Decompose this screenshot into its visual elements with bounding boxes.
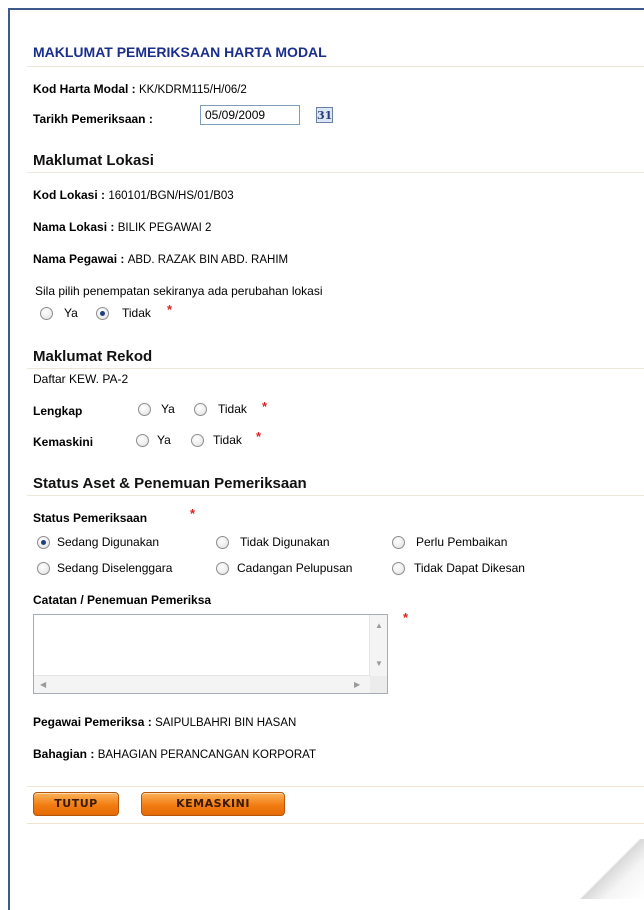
- nama-lokasi-value: BILIK PEGAWAI 2: [118, 222, 212, 234]
- divider: [27, 368, 644, 369]
- kod-lokasi-value: 160101/BGN/HS/01/B03: [108, 190, 233, 202]
- scroll-left-icon[interactable]: ◀: [40, 680, 46, 689]
- status-radio-cadangan-pelupusan[interactable]: [216, 562, 229, 575]
- kod-harta-label: Kod Harta Modal :: [33, 82, 136, 96]
- status-option-label: Perlu Pembaikan: [416, 535, 507, 549]
- date-input[interactable]: [200, 105, 300, 125]
- status-option-label: Tidak Digunakan: [240, 535, 330, 549]
- lokasi-tidak-label: Tidak: [122, 306, 151, 320]
- kod-lokasi-row: Kod Lokasi : 160101/BGN/HS/01/B03: [33, 188, 234, 202]
- required-mark: *: [190, 506, 195, 521]
- lokasi-ya-radio[interactable]: [40, 307, 53, 320]
- required-mark: *: [167, 302, 172, 317]
- nama-lokasi-label: Nama Lokasi :: [33, 220, 114, 234]
- pemeriksa-row: Pegawai Pemeriksa : SAIPULBAHRI BIN HASA…: [33, 715, 296, 729]
- section-heading-rekod: Maklumat Rekod: [33, 348, 152, 365]
- horizontal-scrollbar[interactable]: ◀ ▶: [34, 675, 371, 693]
- divider: [27, 495, 644, 496]
- status-option-label: Cadangan Pelupusan: [237, 561, 352, 575]
- status-radio-perlu-pembaikan[interactable]: [392, 536, 405, 549]
- status-radio-sedang-digunakan[interactable]: [37, 536, 50, 549]
- tarikh-label: Tarikh Pemeriksaan :: [33, 112, 153, 126]
- status-radio-tidak-digunakan[interactable]: [216, 536, 229, 549]
- scroll-up-icon[interactable]: ▲: [375, 621, 383, 630]
- page-curl: [574, 839, 644, 899]
- required-mark: *: [403, 610, 408, 625]
- lokasi-prompt: Sila pilih penempatan sekiranya ada peru…: [35, 284, 323, 298]
- scroll-down-icon[interactable]: ▼: [375, 659, 383, 668]
- nama-lokasi-row: Nama Lokasi : BILIK PEGAWAI 2: [33, 220, 211, 234]
- kod-lokasi-label: Kod Lokasi :: [33, 188, 105, 202]
- divider: [27, 172, 644, 173]
- lengkap-ya-label: Ya: [161, 402, 175, 416]
- required-mark: *: [262, 399, 267, 414]
- status-option-label: Sedang Digunakan: [57, 535, 159, 549]
- pemeriksa-label: Pegawai Pemeriksa :: [33, 715, 152, 729]
- tutup-button[interactable]: TUTUP: [33, 792, 119, 816]
- button-bar: [27, 786, 644, 824]
- divider: [27, 66, 644, 67]
- nama-pegawai-row: Nama Pegawai : ABD. RAZAK BIN ABD. RAHIM: [33, 252, 288, 266]
- catatan-textarea[interactable]: ▲ ▼ ◀ ▶: [33, 614, 388, 694]
- vertical-scrollbar[interactable]: ▲ ▼: [369, 615, 387, 677]
- scroll-right-icon[interactable]: ▶: [354, 680, 360, 689]
- status-option-label: Sedang Diselenggara: [57, 561, 172, 575]
- kod-harta-value: KK/KDRM115/H/06/2: [139, 84, 247, 96]
- kemaskini-label: Kemaskini: [33, 435, 93, 449]
- lengkap-tidak-label: Tidak: [218, 402, 247, 416]
- required-mark: *: [256, 429, 261, 444]
- status-radio-sedang-diselenggara[interactable]: [37, 562, 50, 575]
- scroll-corner: [370, 676, 387, 693]
- lokasi-ya-label: Ya: [64, 306, 78, 320]
- status-label: Status Pemeriksaan: [33, 511, 147, 525]
- kemaskini-tidak-radio[interactable]: [191, 434, 204, 447]
- status-radio-tidak-dapat-dikesan[interactable]: [392, 562, 405, 575]
- bahagian-row: Bahagian : BAHAGIAN PERANCANGAN KORPORAT: [33, 747, 316, 761]
- form-frame: [8, 8, 644, 910]
- lengkap-label: Lengkap: [33, 404, 82, 418]
- pemeriksa-value: SAIPULBAHRI BIN HASAN: [155, 717, 296, 729]
- kod-harta-row: Kod Harta Modal : KK/KDRM115/H/06/2: [33, 82, 247, 96]
- nama-pegawai-value: ABD. RAZAK BIN ABD. RAHIM: [128, 254, 288, 266]
- catatan-label: Catatan / Penemuan Pemeriksa: [33, 593, 211, 607]
- kemaskini-tidak-label: Tidak: [213, 433, 242, 447]
- rekod-sub: Daftar KEW. PA-2: [33, 372, 128, 386]
- kemaskini-ya-radio[interactable]: [136, 434, 149, 447]
- calendar-icon[interactable]: 31: [316, 107, 333, 123]
- section-heading-status: Status Aset & Penemuan Pemeriksaan: [33, 475, 307, 492]
- section-heading-lokasi: Maklumat Lokasi: [33, 152, 154, 169]
- page-title: MAKLUMAT PEMERIKSAAN HARTA MODAL: [33, 44, 327, 60]
- nama-pegawai-label: Nama Pegawai :: [33, 252, 124, 266]
- lengkap-ya-radio[interactable]: [138, 403, 151, 416]
- lengkap-tidak-radio[interactable]: [194, 403, 207, 416]
- kemaskini-ya-label: Ya: [157, 433, 171, 447]
- kemaskini-button[interactable]: KEMASKINI: [141, 792, 285, 816]
- lokasi-tidak-radio[interactable]: [96, 307, 109, 320]
- status-option-label: Tidak Dapat Dikesan: [414, 561, 525, 575]
- bahagian-label: Bahagian :: [33, 747, 94, 761]
- bahagian-value: BAHAGIAN PERANCANGAN KORPORAT: [98, 749, 316, 761]
